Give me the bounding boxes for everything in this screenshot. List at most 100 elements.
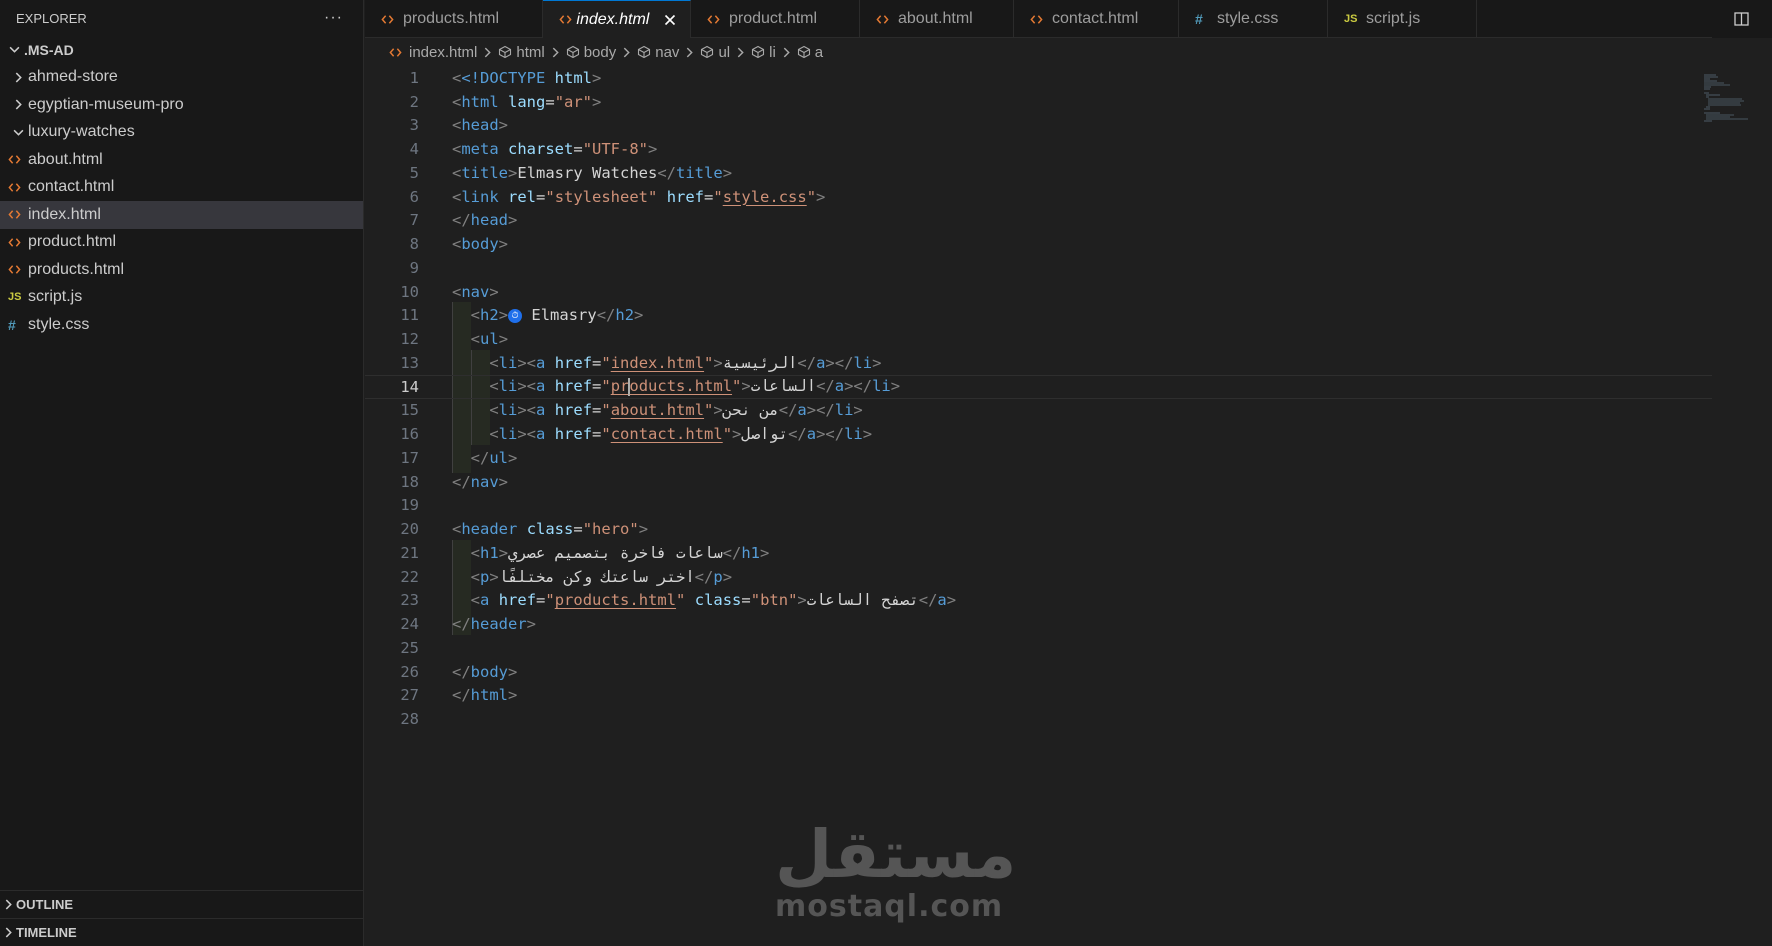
breadcrumb-a[interactable]: a <box>797 44 823 61</box>
line-number: 27 <box>400 686 419 705</box>
minimap[interactable] <box>1704 74 1754 124</box>
js-file-icon: JS <box>1344 13 1358 25</box>
line-content: </head> <box>452 211 518 230</box>
line-content: <li><a href="contact.html">تواصل</a></li… <box>489 425 873 444</box>
element-cube-icon <box>566 45 584 59</box>
file-about-html[interactable]: about.html <box>0 146 363 174</box>
file-label: products.html <box>28 260 125 278</box>
line-content: </body> <box>452 662 518 681</box>
file-contact-html[interactable]: contact.html <box>0 174 363 202</box>
file-script-js[interactable]: JS script.js <box>0 284 363 312</box>
more-actions-icon[interactable]: ··· <box>324 9 343 27</box>
line-content: <h2> ⏱ Elmasry</h2> <box>470 306 644 325</box>
breadcrumb-label: ul <box>718 43 731 61</box>
line-content: <h1>ساعات فاخرة بتصميم عصري</h1> <box>470 543 770 562</box>
close-icon[interactable] <box>663 12 676 28</box>
code-line-current: 14 <li><a href="products.html">الساعات</… <box>365 374 1712 399</box>
tab-style-css[interactable]: # style.css <box>1179 0 1328 38</box>
workspace-root[interactable]: .MS-AD <box>0 36 363 64</box>
breadcrumb-html[interactable]: html <box>498 44 545 61</box>
file-products-html[interactable]: products.html <box>0 256 363 284</box>
code-editor[interactable]: 1 <<!DOCTYPE html> 2 <html lang="ar"> 3 … <box>365 66 1772 946</box>
code-line: 24 </header> <box>365 612 1712 636</box>
tab-label: contact.html <box>1052 10 1139 27</box>
outline-section[interactable]: OUTLINE <box>0 890 364 918</box>
file-style-css[interactable]: # style.css <box>0 311 363 339</box>
line-content: <header class="hero"> <box>452 520 649 539</box>
chevron-right-icon <box>736 47 745 58</box>
line-content: </header> <box>452 615 537 634</box>
tab-about-html[interactable]: about.html <box>860 0 1014 38</box>
file-index-html[interactable]: index.html <box>0 201 363 229</box>
breadcrumb-body[interactable]: body <box>566 43 617 61</box>
css-file-icon: # <box>8 316 16 333</box>
tab-contact-html[interactable]: contact.html <box>1014 0 1179 38</box>
tab-label: about.html <box>898 10 973 27</box>
line-number: 10 <box>400 282 419 301</box>
code-line: 27 </html> <box>365 684 1712 708</box>
folder-ahmed-store[interactable]: ahmed-store <box>0 64 363 92</box>
line-number: 3 <box>409 116 419 135</box>
folder-label: egyptian-museum-pro <box>28 95 184 113</box>
line-number: 18 <box>400 472 419 491</box>
breadcrumb-label: body <box>583 43 617 61</box>
line-number: 1 <box>409 68 419 87</box>
element-cube-icon <box>637 45 655 59</box>
code-line: 21 <h1>ساعات فاخرة بتصميم عصري</h1> <box>365 541 1712 565</box>
line-content: </ul> <box>470 448 518 467</box>
line-content: <head> <box>452 116 509 135</box>
line-content: <<!DOCTYPE html> <box>452 68 602 87</box>
folder-label: ahmed-store <box>28 68 118 86</box>
tab-label: product.html <box>729 10 818 27</box>
explorer-header: EXPLORER ··· <box>0 0 363 36</box>
folder-egyptian-museum-pro[interactable]: egyptian-museum-pro <box>0 91 363 119</box>
line-number: 9 <box>409 258 419 277</box>
html-file-icon <box>1030 13 1052 26</box>
chevron-right-icon <box>8 72 28 83</box>
file-label: style.css <box>28 315 90 333</box>
line-content: <nav> <box>452 282 499 301</box>
line-number: 11 <box>400 306 419 325</box>
timeline-section[interactable]: TIMELINE <box>0 918 364 946</box>
file-label: index.html <box>28 205 101 223</box>
code-line: 5 <title>Elmasry Watches</title> <box>365 161 1712 185</box>
chevron-right-icon <box>8 99 28 110</box>
line-content: <link rel="stylesheet" href="style.css"> <box>452 187 826 206</box>
html-file-icon <box>8 208 28 221</box>
file-product-html[interactable]: product.html <box>0 229 363 257</box>
breadcrumb-label: index.html <box>409 43 478 61</box>
html-file-icon <box>707 13 729 26</box>
code-line: 10 <nav> <box>365 280 1712 304</box>
line-number: 22 <box>400 567 419 586</box>
file-label: about.html <box>28 150 103 168</box>
chevron-down-icon <box>4 44 24 55</box>
line-number: 15 <box>400 401 419 420</box>
tab-index-html[interactable]: index.html <box>543 0 691 38</box>
line-number: 4 <box>409 140 419 159</box>
code-line: 3 <head> <box>365 114 1712 138</box>
code-line: 28 <box>365 707 1712 731</box>
folder-luxury-watches[interactable]: luxury-watches <box>0 119 363 147</box>
folder-label: luxury-watches <box>28 123 135 141</box>
tab-label: index.html <box>576 10 650 28</box>
split-editor-icon[interactable] <box>1712 0 1772 38</box>
line-number: 13 <box>400 353 419 372</box>
tab-script-js[interactable]: JS script.js <box>1328 0 1477 38</box>
line-content: <title>Elmasry Watches</title> <box>452 163 733 182</box>
breadcrumb-ul[interactable]: ul <box>700 44 730 61</box>
breadcrumb-file[interactable]: index.html <box>389 44 477 61</box>
css-file-icon: # <box>1195 11 1203 27</box>
line-number: 2 <box>409 92 419 111</box>
line-number: 6 <box>409 187 419 206</box>
breadcrumb-nav[interactable]: nav <box>637 44 679 61</box>
line-number: 24 <box>400 615 419 634</box>
line-number: 7 <box>409 211 419 230</box>
clock-emoji-icon: ⏱ <box>508 308 523 323</box>
code-line: 13 <li><a href="index.html">الرئيسية</a>… <box>365 351 1712 375</box>
breadcrumb-li[interactable]: li <box>751 44 776 61</box>
tab-product-html[interactable]: product.html <box>691 0 860 38</box>
html-file-icon <box>389 46 409 59</box>
chevron-down-icon <box>8 127 28 138</box>
js-file-icon: JS <box>8 291 22 304</box>
tab-products-html[interactable]: products.html <box>365 0 543 38</box>
